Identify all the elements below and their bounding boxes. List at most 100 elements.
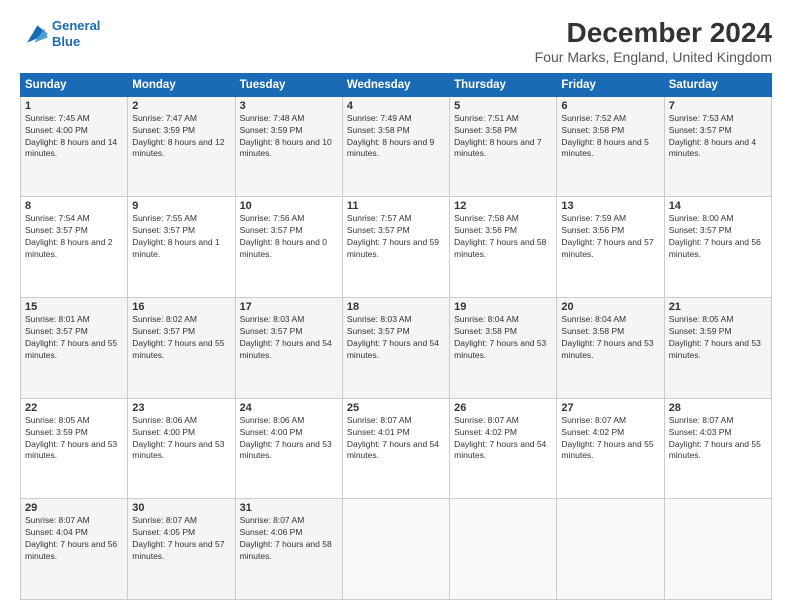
cell-text: Sunrise: 8:07 AMSunset: 4:03 PMDaylight:… <box>669 415 767 463</box>
cell-text: Sunrise: 8:07 AMSunset: 4:02 PMDaylight:… <box>561 415 659 463</box>
calendar-cell: 30Sunrise: 8:07 AMSunset: 4:05 PMDayligh… <box>128 499 235 600</box>
day-number: 23 <box>132 402 230 414</box>
calendar-cell: 5Sunrise: 7:51 AMSunset: 3:58 PMDaylight… <box>450 96 557 197</box>
calendar-cell: 29Sunrise: 8:07 AMSunset: 4:04 PMDayligh… <box>21 499 128 600</box>
cell-text: Sunrise: 7:53 AMSunset: 3:57 PMDaylight:… <box>669 113 767 161</box>
col-wednesday: Wednesday <box>342 73 449 96</box>
day-number: 10 <box>240 200 338 212</box>
logo-text: General Blue <box>52 18 100 49</box>
day-number: 6 <box>561 100 659 112</box>
day-number: 13 <box>561 200 659 212</box>
cell-text: Sunrise: 8:07 AMSunset: 4:04 PMDaylight:… <box>25 515 123 563</box>
calendar-cell: 2Sunrise: 7:47 AMSunset: 3:59 PMDaylight… <box>128 96 235 197</box>
calendar-week-3: 22Sunrise: 8:05 AMSunset: 3:59 PMDayligh… <box>21 398 772 499</box>
day-number: 1 <box>25 100 123 112</box>
cell-text: Sunrise: 7:55 AMSunset: 3:57 PMDaylight:… <box>132 213 230 261</box>
cell-text: Sunrise: 8:07 AMSunset: 4:06 PMDaylight:… <box>240 515 338 563</box>
cell-text: Sunrise: 8:07 AMSunset: 4:02 PMDaylight:… <box>454 415 552 463</box>
logo-line2: Blue <box>52 34 100 50</box>
calendar-cell: 28Sunrise: 8:07 AMSunset: 4:03 PMDayligh… <box>664 398 771 499</box>
calendar-body: 1Sunrise: 7:45 AMSunset: 4:00 PMDaylight… <box>21 96 772 599</box>
calendar-cell: 22Sunrise: 8:05 AMSunset: 3:59 PMDayligh… <box>21 398 128 499</box>
logo-line1: General <box>52 18 100 33</box>
calendar-cell: 27Sunrise: 8:07 AMSunset: 4:02 PMDayligh… <box>557 398 664 499</box>
header-row: Sunday Monday Tuesday Wednesday Thursday… <box>21 73 772 96</box>
day-number: 8 <box>25 200 123 212</box>
cell-text: Sunrise: 8:04 AMSunset: 3:58 PMDaylight:… <box>561 314 659 362</box>
day-number: 29 <box>25 502 123 514</box>
day-number: 28 <box>669 402 767 414</box>
day-number: 31 <box>240 502 338 514</box>
day-number: 4 <box>347 100 445 112</box>
calendar-cell: 26Sunrise: 8:07 AMSunset: 4:02 PMDayligh… <box>450 398 557 499</box>
cell-text: Sunrise: 7:59 AMSunset: 3:56 PMDaylight:… <box>561 213 659 261</box>
day-number: 30 <box>132 502 230 514</box>
calendar-cell: 8Sunrise: 7:54 AMSunset: 3:57 PMDaylight… <box>21 197 128 298</box>
calendar-cell: 18Sunrise: 8:03 AMSunset: 3:57 PMDayligh… <box>342 298 449 399</box>
calendar-cell: 23Sunrise: 8:06 AMSunset: 4:00 PMDayligh… <box>128 398 235 499</box>
cell-text: Sunrise: 8:05 AMSunset: 3:59 PMDaylight:… <box>25 415 123 463</box>
calendar-cell: 10Sunrise: 7:56 AMSunset: 3:57 PMDayligh… <box>235 197 342 298</box>
calendar-week-1: 8Sunrise: 7:54 AMSunset: 3:57 PMDaylight… <box>21 197 772 298</box>
cell-text: Sunrise: 7:52 AMSunset: 3:58 PMDaylight:… <box>561 113 659 161</box>
calendar-cell <box>664 499 771 600</box>
day-number: 17 <box>240 301 338 313</box>
cell-text: Sunrise: 8:07 AMSunset: 4:01 PMDaylight:… <box>347 415 445 463</box>
title-area: December 2024 Four Marks, England, Unite… <box>535 18 772 65</box>
day-number: 9 <box>132 200 230 212</box>
day-number: 25 <box>347 402 445 414</box>
calendar-cell: 16Sunrise: 8:02 AMSunset: 3:57 PMDayligh… <box>128 298 235 399</box>
col-thursday: Thursday <box>450 73 557 96</box>
calendar-cell: 4Sunrise: 7:49 AMSunset: 3:58 PMDaylight… <box>342 96 449 197</box>
subtitle: Four Marks, England, United Kingdom <box>535 49 772 65</box>
header: General Blue December 2024 Four Marks, E… <box>20 18 772 65</box>
col-saturday: Saturday <box>664 73 771 96</box>
cell-text: Sunrise: 8:05 AMSunset: 3:59 PMDaylight:… <box>669 314 767 362</box>
cell-text: Sunrise: 7:57 AMSunset: 3:57 PMDaylight:… <box>347 213 445 261</box>
calendar-cell <box>342 499 449 600</box>
day-number: 26 <box>454 402 552 414</box>
day-number: 21 <box>669 301 767 313</box>
cell-text: Sunrise: 8:02 AMSunset: 3:57 PMDaylight:… <box>132 314 230 362</box>
logo-icon <box>20 22 48 46</box>
day-number: 18 <box>347 301 445 313</box>
day-number: 3 <box>240 100 338 112</box>
day-number: 24 <box>240 402 338 414</box>
cell-text: Sunrise: 7:54 AMSunset: 3:57 PMDaylight:… <box>25 213 123 261</box>
col-monday: Monday <box>128 73 235 96</box>
cell-text: Sunrise: 8:03 AMSunset: 3:57 PMDaylight:… <box>347 314 445 362</box>
cell-text: Sunrise: 8:01 AMSunset: 3:57 PMDaylight:… <box>25 314 123 362</box>
cell-text: Sunrise: 8:00 AMSunset: 3:57 PMDaylight:… <box>669 213 767 261</box>
cell-text: Sunrise: 8:04 AMSunset: 3:58 PMDaylight:… <box>454 314 552 362</box>
day-number: 14 <box>669 200 767 212</box>
cell-text: Sunrise: 7:51 AMSunset: 3:58 PMDaylight:… <box>454 113 552 161</box>
day-number: 12 <box>454 200 552 212</box>
calendar-cell: 21Sunrise: 8:05 AMSunset: 3:59 PMDayligh… <box>664 298 771 399</box>
day-number: 5 <box>454 100 552 112</box>
cell-text: Sunrise: 8:03 AMSunset: 3:57 PMDaylight:… <box>240 314 338 362</box>
calendar-cell: 6Sunrise: 7:52 AMSunset: 3:58 PMDaylight… <box>557 96 664 197</box>
day-number: 22 <box>25 402 123 414</box>
day-number: 2 <box>132 100 230 112</box>
col-sunday: Sunday <box>21 73 128 96</box>
calendar-table: Sunday Monday Tuesday Wednesday Thursday… <box>20 73 772 600</box>
calendar-cell: 14Sunrise: 8:00 AMSunset: 3:57 PMDayligh… <box>664 197 771 298</box>
cell-text: Sunrise: 7:45 AMSunset: 4:00 PMDaylight:… <box>25 113 123 161</box>
day-number: 27 <box>561 402 659 414</box>
main-title: December 2024 <box>535 18 772 49</box>
cell-text: Sunrise: 7:49 AMSunset: 3:58 PMDaylight:… <box>347 113 445 161</box>
calendar-cell: 13Sunrise: 7:59 AMSunset: 3:56 PMDayligh… <box>557 197 664 298</box>
cell-text: Sunrise: 7:58 AMSunset: 3:56 PMDaylight:… <box>454 213 552 261</box>
cell-text: Sunrise: 8:07 AMSunset: 4:05 PMDaylight:… <box>132 515 230 563</box>
calendar-cell: 19Sunrise: 8:04 AMSunset: 3:58 PMDayligh… <box>450 298 557 399</box>
calendar-cell <box>557 499 664 600</box>
cell-text: Sunrise: 7:47 AMSunset: 3:59 PMDaylight:… <box>132 113 230 161</box>
day-number: 7 <box>669 100 767 112</box>
col-friday: Friday <box>557 73 664 96</box>
cell-text: Sunrise: 8:06 AMSunset: 4:00 PMDaylight:… <box>240 415 338 463</box>
logo: General Blue <box>20 18 100 49</box>
col-tuesday: Tuesday <box>235 73 342 96</box>
calendar-week-4: 29Sunrise: 8:07 AMSunset: 4:04 PMDayligh… <box>21 499 772 600</box>
calendar-cell: 7Sunrise: 7:53 AMSunset: 3:57 PMDaylight… <box>664 96 771 197</box>
calendar-cell: 9Sunrise: 7:55 AMSunset: 3:57 PMDaylight… <box>128 197 235 298</box>
